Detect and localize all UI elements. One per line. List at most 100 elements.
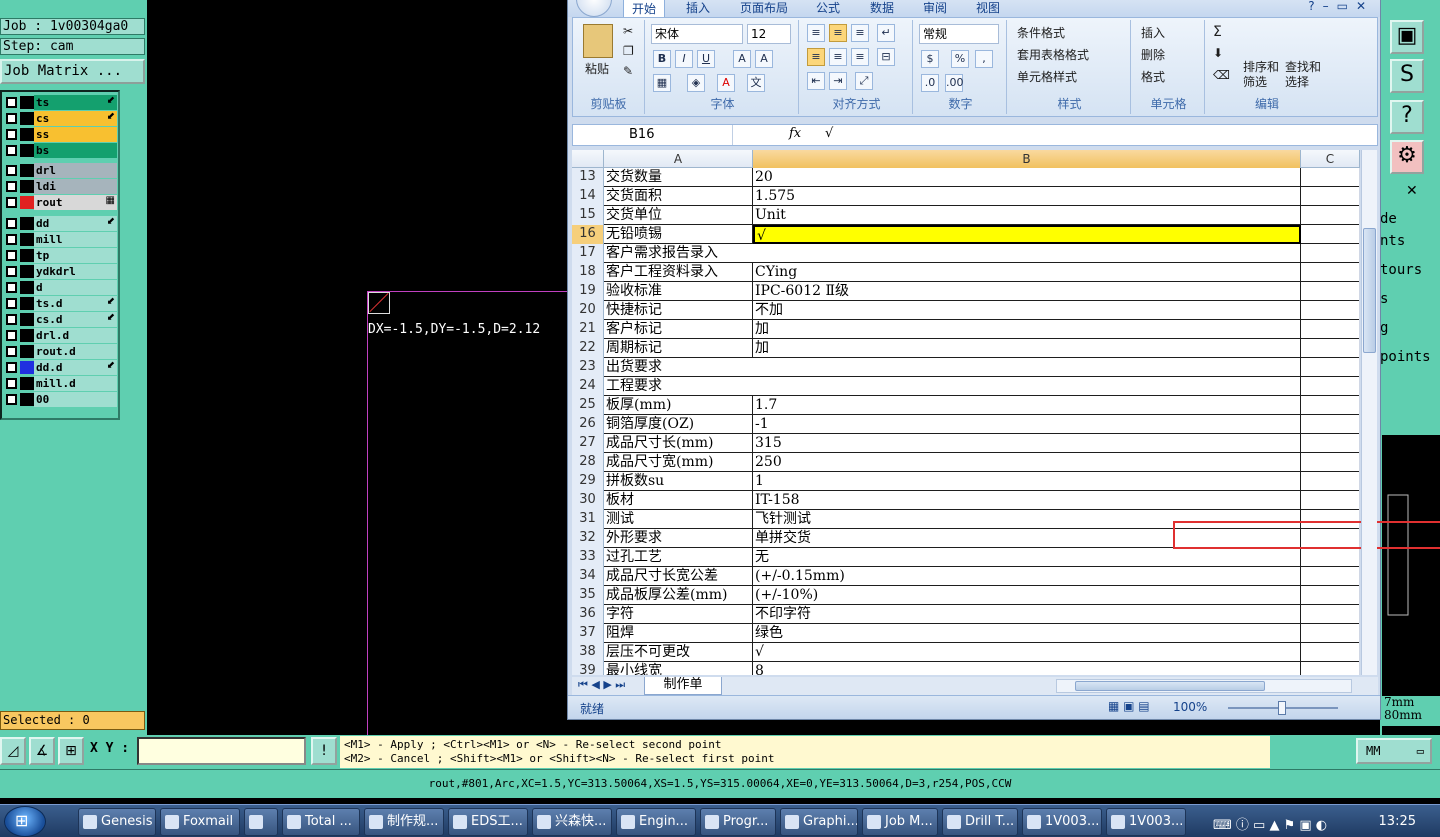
cell-c[interactable] (1301, 377, 1360, 396)
percent-icon[interactable]: % (951, 50, 969, 68)
cell-a[interactable]: 板材 (604, 491, 753, 510)
cell-b[interactable]: √ (753, 225, 1301, 244)
horizontal-scrollbar[interactable] (1056, 679, 1352, 693)
row-number[interactable]: 16 (572, 225, 604, 244)
cell-a[interactable]: 阻焊 (604, 624, 753, 643)
taskbar-button[interactable]: Genesis (78, 808, 156, 836)
number-format-select[interactable]: 常规 (919, 24, 999, 44)
row-number[interactable]: 22 (572, 339, 604, 358)
layer-checkbox[interactable] (6, 97, 17, 108)
layer-checkbox[interactable] (6, 282, 17, 293)
underline-icon[interactable]: U (697, 50, 715, 68)
paste-button[interactable]: 粘贴 (585, 60, 609, 77)
row-number[interactable]: 27 (572, 434, 604, 453)
column-header-b[interactable]: B (753, 150, 1301, 168)
tab-page-layout[interactable]: 页面布局 (740, 0, 788, 16)
row-number[interactable]: 33 (572, 548, 604, 567)
layer-row[interactable]: dd.d ⬋ (3, 360, 117, 375)
column-header-c[interactable]: C (1301, 150, 1360, 168)
cell-a[interactable]: 成品尺寸长宽公差 (604, 567, 753, 586)
increase-indent-icon[interactable]: ⇥ (829, 72, 847, 90)
cell-b[interactable]: 不印字符 (753, 605, 1301, 624)
layer-name[interactable]: ts (34, 95, 117, 110)
zoom-level[interactable]: 100% (1173, 700, 1207, 714)
taskbar-button[interactable]: 1V003... (1022, 808, 1102, 836)
cell-c[interactable] (1301, 244, 1360, 263)
layer-name[interactable]: mill.d (34, 376, 117, 391)
layer-name[interactable]: ydkdrl (34, 264, 117, 279)
taskbar-button[interactable]: Drill T... (942, 808, 1018, 836)
view-mode-icon[interactable]: ▦ ▣ ▤ (1108, 699, 1150, 713)
column-header-a[interactable]: A (604, 150, 753, 168)
taskbar-button[interactable]: Engin... (616, 808, 696, 836)
layer-row[interactable]: ydkdrl (3, 264, 117, 279)
cell-c[interactable] (1301, 453, 1360, 472)
job-matrix-button[interactable]: Job Matrix ... (0, 59, 145, 84)
clear-icon[interactable]: ⌫ (1213, 68, 1230, 82)
layer-row[interactable]: rout.d (3, 344, 117, 359)
align-right-icon[interactable]: ≡ (851, 48, 869, 66)
sheet-tab[interactable]: 制作单 (644, 677, 722, 695)
comma-icon[interactable]: , (975, 50, 993, 68)
wrap-text-icon[interactable]: ↵ (877, 24, 895, 42)
align-center-icon[interactable]: ≡ (829, 48, 847, 66)
shrink-font-icon[interactable]: A (755, 50, 773, 68)
cell-c[interactable] (1301, 662, 1360, 675)
layer-name[interactable]: dd.d (34, 360, 117, 375)
cell-a[interactable]: 客户工程资料录入 (604, 263, 753, 282)
taskbar-button[interactable]: EDS工... (448, 808, 528, 836)
layer-name[interactable]: drl.d (34, 328, 117, 343)
layer-row[interactable]: mill.d (3, 376, 117, 391)
orientation-icon[interactable]: ⤢ (855, 72, 873, 90)
cell-b[interactable]: IPC-6012 Ⅱ级 (753, 282, 1301, 301)
curve-icon[interactable]: S (1390, 59, 1424, 93)
layer-checkbox[interactable] (6, 378, 17, 389)
cell-a[interactable]: 拼板数su (604, 472, 753, 491)
row-number[interactable]: 34 (572, 567, 604, 586)
layer-row[interactable]: tp (3, 248, 117, 263)
close-icon[interactable]: ✕ (1406, 183, 1428, 199)
cell-a[interactable]: 铜箔厚度(OZ) (604, 415, 753, 434)
layer-name[interactable]: mill (34, 232, 117, 247)
layer-row[interactable]: rout ▦ (3, 195, 117, 210)
row-number[interactable]: 24 (572, 377, 604, 396)
cell-b[interactable]: -1 (753, 415, 1301, 434)
right-item-2[interactable]: tours (1380, 257, 1440, 283)
zoom-slider[interactable] (1228, 701, 1338, 715)
cell-a[interactable]: 成品尺寸长(mm) (604, 434, 753, 453)
format-cells-button[interactable]: 格式 (1141, 68, 1165, 85)
cell-b[interactable]: IT-158 (753, 491, 1301, 510)
row-number[interactable]: 37 (572, 624, 604, 643)
layer-name[interactable]: d (34, 280, 117, 295)
cell-a[interactable]: 交货数量 (604, 168, 753, 187)
cell-b[interactable]: (+/-10%) (753, 586, 1301, 605)
row-number[interactable]: 31 (572, 510, 604, 529)
cell-a[interactable]: 层压不可更改 (604, 643, 753, 662)
angle-tool-icon[interactable]: ∡ (29, 737, 55, 765)
layer-name[interactable]: rout (34, 195, 117, 210)
layer-row[interactable]: ldi (3, 179, 117, 194)
taskbar-button[interactable]: Total ... (282, 808, 360, 836)
fill-icon[interactable]: ⬇ (1213, 46, 1223, 60)
row-number[interactable]: 38 (572, 643, 604, 662)
row-number[interactable]: 25 (572, 396, 604, 415)
insert-cells-button[interactable]: 插入 (1141, 24, 1165, 41)
cell-b[interactable]: 1.7 (753, 396, 1301, 415)
layer-row[interactable]: cs ⬋ (3, 111, 117, 126)
merge-icon[interactable]: ⊟ (877, 48, 895, 66)
xy-input[interactable] (137, 737, 306, 765)
cell-b[interactable]: 315 (753, 434, 1301, 453)
layer-checkbox[interactable] (6, 330, 17, 341)
cell-b[interactable]: 绿色 (753, 624, 1301, 643)
copy-icon[interactable]: ❐ (623, 44, 634, 58)
help-icon[interactable]: ? (1390, 100, 1424, 134)
tab-home[interactable]: 开始 (623, 0, 666, 17)
layer-checkbox[interactable] (6, 250, 17, 261)
layer-name[interactable]: drl (34, 163, 117, 178)
netlist-icon[interactable]: ⚙ (1390, 140, 1424, 174)
row-number[interactable]: 23 (572, 358, 604, 377)
row-number[interactable]: 35 (572, 586, 604, 605)
cell-a[interactable]: 过孔工艺 (604, 548, 753, 567)
row-number[interactable]: 36 (572, 605, 604, 624)
conditional-format-button[interactable]: 条件格式 (1017, 24, 1065, 41)
